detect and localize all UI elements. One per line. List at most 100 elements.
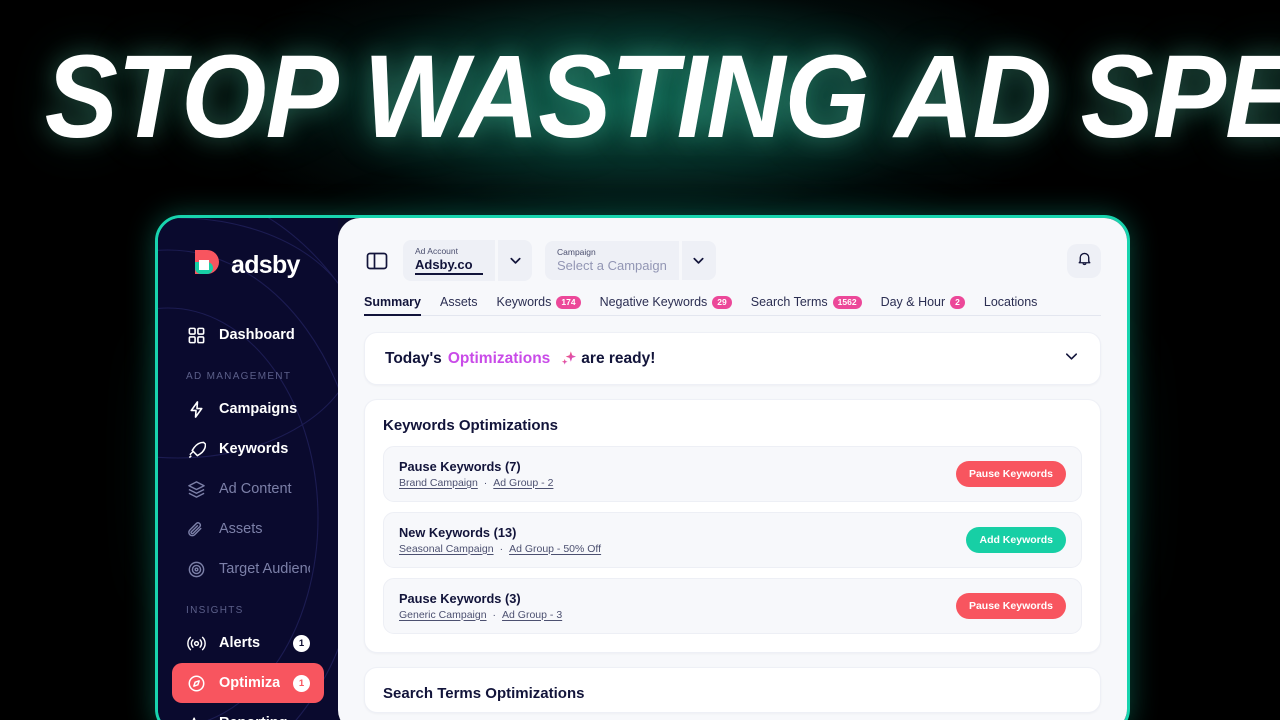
keywords-optimizations-card: Keywords Optimizations Pause Keywords (7… — [364, 399, 1101, 653]
tab-label: Search Terms — [750, 295, 828, 309]
row-ad-group[interactable]: Ad Group - 2 — [493, 477, 553, 489]
row-text: Pause Keywords (7) Brand Campaign · Ad Gro… — [399, 458, 956, 491]
tab-search-terms[interactable]: Search Terms 1562 — [751, 295, 862, 316]
tab-badge: 29 — [712, 295, 732, 309]
tab-locations[interactable]: Locations — [984, 295, 1038, 316]
row-text: Pause Keywords (3) Generic Campaign · Ad G… — [399, 590, 956, 623]
content-area: Today's Optimizations are ready! Keyword… — [338, 316, 1127, 713]
sidebar-item-assets[interactable]: Assets — [172, 509, 324, 549]
sidebar-item-keywords[interactable]: Keywords — [172, 429, 324, 469]
campaign-value: Select a Campaign — [557, 258, 667, 273]
row-title: New Keywords (13) — [399, 524, 517, 540]
compass-icon — [186, 673, 206, 693]
ad-account-select[interactable]: Ad Account Adsby.co — [403, 240, 532, 281]
tab-label: Assets — [439, 295, 478, 309]
optimization-row[interactable]: Pause Keywords (7) Brand Campaign · Ad Gro… — [383, 446, 1082, 502]
sidebar-section-ad-management: AD MANAGEMENT — [186, 371, 292, 382]
sidebar-item-label: Keywords — [219, 441, 289, 457]
row-text: New Keywords (13) Seasonal Campaign · Ad G… — [399, 524, 966, 557]
tab-assets[interactable]: Assets — [440, 295, 478, 316]
row-campaign[interactable]: Brand Campaign — [399, 477, 478, 489]
optimizations-ready-banner[interactable]: Today's Optimizations are ready! — [364, 332, 1101, 385]
ad-account-label: Ad Account — [415, 246, 459, 256]
sidebar-item-reporting[interactable]: Reporting — [172, 703, 324, 720]
tab-label: Keywords — [496, 295, 552, 309]
row-separator: · — [483, 476, 488, 489]
row-title: Pause Keywords (3) — [399, 590, 521, 606]
bell-icon — [1076, 250, 1093, 272]
tab-summary[interactable]: Summary — [364, 295, 421, 316]
tab-negative-keywords[interactable]: Negative Keywords 29 — [600, 295, 732, 316]
sidebar-item-campaigns[interactable]: Campaigns — [172, 389, 324, 429]
sparkle-icon — [560, 350, 577, 367]
pause-keywords-button[interactable]: Pause Keywords — [955, 593, 1066, 619]
broadcast-icon — [186, 633, 206, 653]
paperclip-icon — [186, 519, 206, 539]
ad-account-value: Adsby.co — [415, 257, 483, 275]
ad-account-field[interactable]: Ad Account Adsby.co — [403, 240, 495, 281]
sidebar-toggle-icon[interactable] — [364, 248, 390, 274]
target-icon — [186, 559, 206, 579]
sidebar-badge-optimizations: 1 — [293, 674, 310, 692]
sidebar-item-target-audience[interactable]: Target Audience — [172, 549, 324, 589]
row-campaign[interactable]: Generic Campaign — [399, 609, 487, 621]
sidebar-item-label: Target Audience — [219, 561, 310, 577]
row-subtitle: Brand Campaign · Ad Group - 2 — [399, 476, 956, 491]
row-title: Pause Keywords (7) — [399, 458, 521, 474]
sidebar-item-label: Ad Content — [219, 481, 292, 497]
chevron-down-icon[interactable] — [498, 240, 532, 281]
row-campaign[interactable]: Seasonal Campaign — [399, 543, 494, 555]
sidebar-item-ad-content[interactable]: Ad Content — [172, 469, 324, 509]
row-subtitle: Generic Campaign · Ad Group - 3 — [399, 608, 956, 623]
campaign-select[interactable]: Campaign Select a Campaign — [545, 241, 716, 280]
pulse-icon — [186, 713, 206, 720]
tab-label: Locations — [983, 295, 1038, 309]
row-subtitle: Seasonal Campaign · Ad Group - 50% Off — [399, 542, 966, 557]
tab-label: Day & Hour — [880, 295, 946, 309]
sidebar-item-label: Assets — [219, 521, 263, 537]
banner-prefix: Today's — [385, 349, 442, 367]
optimization-row[interactable]: New Keywords (13) Seasonal Campaign · Ad G… — [383, 512, 1082, 568]
chevron-down-icon[interactable] — [681, 241, 716, 280]
tab-day-and-hour[interactable]: Day & Hour 2 — [881, 295, 965, 316]
tab-badge: 174 — [556, 295, 581, 309]
rocket-icon — [186, 439, 206, 459]
grid-icon — [186, 325, 206, 345]
row-ad-group[interactable]: Ad Group - 3 — [502, 609, 562, 621]
sidebar-item-label: Alerts — [219, 635, 261, 651]
app-window: adsby Dashboard AD MANAGEMENT Campaigns … — [155, 215, 1130, 720]
row-separator: · — [492, 608, 497, 621]
brand-name: adsby — [231, 250, 300, 279]
tab-bar: Summary Assets Keywords 174 Negative Key… — [338, 281, 1127, 316]
main-content: Ad Account Adsby.co Campaign Select a Ca… — [338, 218, 1127, 720]
sidebar-item-label: Dashboard — [219, 327, 295, 343]
banner-accent-text: Optimizations — [447, 349, 551, 367]
layers-icon — [186, 479, 206, 499]
sidebar-badge-alerts: 1 — [293, 634, 310, 652]
sidebar-item-label: Optimiza... — [219, 675, 280, 691]
campaign-label: Campaign — [557, 247, 596, 257]
brand-logo[interactable]: adsby — [158, 245, 338, 285]
notifications-button[interactable] — [1067, 243, 1101, 278]
sidebar-nav: Dashboard AD MANAGEMENT Campaigns Keywor… — [158, 315, 338, 720]
sidebar: adsby Dashboard AD MANAGEMENT Campaigns … — [158, 218, 338, 720]
add-keywords-button[interactable]: Add Keywords — [966, 527, 1066, 553]
tab-label: Summary — [364, 295, 421, 309]
pause-keywords-button[interactable]: Pause Keywords — [955, 461, 1066, 487]
search-terms-optimizations-card: Search Terms Optimizations — [364, 667, 1101, 713]
search-terms-optimizations-title: Search Terms Optimizations — [383, 685, 585, 702]
sidebar-item-dashboard[interactable]: Dashboard — [172, 315, 324, 355]
chevron-down-icon[interactable] — [1063, 348, 1080, 370]
tab-badge: 2 — [950, 295, 965, 309]
bolt-icon — [186, 399, 206, 419]
topbar: Ad Account Adsby.co Campaign Select a Ca… — [338, 218, 1127, 281]
campaign-field[interactable]: Campaign Select a Campaign — [545, 241, 679, 280]
sidebar-item-alerts[interactable]: Alerts 1 — [172, 623, 324, 663]
banner-suffix: are ready! — [581, 349, 656, 367]
tab-label: Negative Keywords — [599, 295, 708, 309]
adsby-logo-mark-icon — [186, 247, 222, 283]
row-ad-group[interactable]: Ad Group - 50% Off — [509, 543, 601, 555]
optimization-row[interactable]: Pause Keywords (3) Generic Campaign · Ad G… — [383, 578, 1082, 634]
tab-keywords[interactable]: Keywords 174 — [497, 295, 581, 316]
sidebar-item-optimizations[interactable]: Optimiza... 1 — [172, 663, 324, 703]
